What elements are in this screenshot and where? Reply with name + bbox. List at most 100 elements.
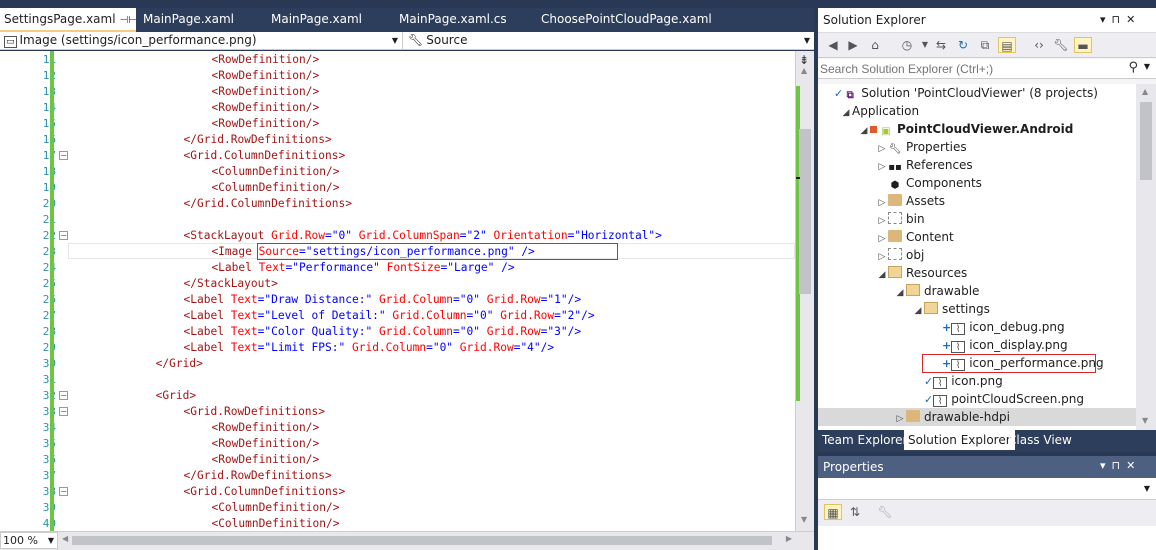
editor-horizontal-scrollbar[interactable]: ◀ ▶ bbox=[62, 534, 792, 545]
expander-icon[interactable]: ◢ bbox=[912, 302, 924, 320]
tab-mainpage-xaml-cs[interactable]: MainPage.xaml.cs bbox=[395, 8, 507, 32]
tree-item[interactable]: ▷ Assets bbox=[876, 192, 945, 210]
tree-item-label: References bbox=[906, 158, 973, 172]
expander-icon[interactable]: ▷ bbox=[894, 410, 906, 428]
tree-item[interactable]: ▷ bin bbox=[876, 210, 925, 228]
scroll-left-icon[interactable]: ◀ bbox=[62, 534, 68, 543]
forward-icon[interactable]: ▶ bbox=[844, 37, 862, 53]
tree-item[interactable]: ◢ Application bbox=[840, 102, 920, 122]
tree-item[interactable]: ▷ drawable-hdpi bbox=[818, 408, 1136, 426]
editor-vertical-scrollbar[interactable]: ⇟ ▲ ▼ bbox=[795, 51, 814, 531]
tree-item[interactable]: ◢ settings bbox=[912, 300, 990, 318]
collapse-icon[interactable]: − bbox=[59, 407, 68, 416]
tree-item[interactable]: ▷ 🔧︎ Properties bbox=[876, 138, 967, 156]
panel-title: Solution Explorer bbox=[823, 13, 926, 27]
code-token: "Large" bbox=[447, 261, 495, 274]
tab-solution-explorer[interactable]: Solution Explorer bbox=[904, 430, 1015, 450]
element-combo[interactable]: ▭ Image (settings/icon_performance.png) ▼ bbox=[0, 32, 403, 50]
tree-item[interactable]: ✓ ⌇ pointCloudScreen.png bbox=[912, 390, 1084, 408]
tab-settingspage-xaml[interactable]: SettingsPage.xaml ⊣⊢ ✕ bbox=[0, 8, 152, 32]
properties-wrench-icon[interactable]: 🔧︎ bbox=[1052, 37, 1070, 53]
line-number: 28 bbox=[6, 324, 56, 340]
tab-class-view[interactable]: Class View bbox=[1004, 430, 1076, 450]
history-icon[interactable]: ◷ bbox=[898, 37, 916, 53]
scroll-up-icon[interactable]: ▲ bbox=[801, 66, 807, 75]
tree-item[interactable]: ✓ ⧉ Solution 'PointCloudViewer' (8 project… bbox=[822, 84, 1098, 102]
expander-icon[interactable]: ◢ bbox=[840, 104, 852, 122]
scroll-down-icon[interactable]: ▼ bbox=[1142, 416, 1148, 425]
tree-item[interactable]: ◢ Resources bbox=[876, 264, 967, 282]
expander-icon[interactable]: ◢ bbox=[894, 284, 906, 302]
pin-icon[interactable]: ⊓ bbox=[1112, 459, 1127, 472]
tree-item[interactable]: ▷ obj bbox=[876, 246, 924, 264]
tree-item[interactable]: ◢ ▣ PointCloudViewer.Android bbox=[858, 120, 1074, 140]
tab-mainpage-xaml[interactable]: MainPage.xaml bbox=[139, 8, 234, 32]
chevron-down-icon: ▼ bbox=[1143, 484, 1150, 493]
tree-item[interactable]: ✓ ⌇ icon.png bbox=[912, 372, 1003, 390]
close-icon[interactable]: ✕ bbox=[1126, 13, 1141, 26]
search-input[interactable] bbox=[820, 60, 1110, 77]
scrollbar-thumb[interactable] bbox=[799, 129, 811, 294]
collapse-icon[interactable]: − bbox=[59, 231, 68, 240]
line-number: 12 bbox=[6, 68, 56, 84]
dropdown-icon[interactable]: ▾ bbox=[1100, 13, 1112, 26]
alphabetical-icon[interactable]: ⇅ bbox=[846, 504, 864, 520]
tab-mainpage-xaml-2[interactable]: MainPage.xaml bbox=[267, 8, 362, 32]
solution-icon: ⧉ bbox=[846, 90, 854, 101]
home-icon[interactable]: ⌂ bbox=[866, 37, 884, 53]
code-token: RowDefinition bbox=[218, 421, 306, 434]
tree-item[interactable]: ⬢ Components bbox=[876, 174, 982, 192]
scroll-up-icon[interactable]: ▲ bbox=[1142, 87, 1148, 96]
search-icon[interactable]: ⚲ bbox=[1128, 60, 1138, 75]
preview-icon[interactable]: ▬ bbox=[1074, 37, 1092, 53]
tree-vertical-scrollbar[interactable]: ▲ ▼ bbox=[1136, 84, 1156, 430]
solution-explorer-search[interactable]: ⚲ ▼ bbox=[818, 59, 1156, 79]
dropdown-icon[interactable]: ▾ bbox=[1100, 459, 1112, 472]
scroll-right-icon[interactable]: ▶ bbox=[786, 534, 792, 543]
member-combo[interactable]: 🔧︎ Source ▼ bbox=[404, 32, 814, 50]
expander-icon[interactable]: ◢ bbox=[876, 266, 888, 284]
tree-item-label: PointCloudViewer.Android bbox=[897, 122, 1074, 136]
chevron-down-icon[interactable]: ▼ bbox=[1144, 62, 1150, 71]
zoom-combo[interactable]: 100 % ▼ bbox=[0, 532, 58, 549]
pin-icon[interactable]: ⊓ bbox=[1112, 13, 1127, 26]
tree-item[interactable]: + ⌇ icon_debug.png bbox=[930, 318, 1065, 336]
line-number-gutter: 1112131415161718192021222324252627282930… bbox=[0, 51, 56, 531]
tab-choosepointcloudpage-xaml[interactable]: ChoosePointCloudPage.xaml bbox=[537, 8, 712, 32]
code-token: /> bbox=[305, 437, 320, 450]
code-token: > bbox=[189, 389, 197, 402]
code-token: ColumnDefinition bbox=[218, 501, 326, 514]
collapse-icon[interactable]: − bbox=[59, 151, 68, 160]
sync-icon[interactable]: ⇆ bbox=[932, 37, 950, 53]
split-icon[interactable]: ⇟ bbox=[799, 53, 809, 67]
tab-team-explorer[interactable]: Team Explorer bbox=[818, 430, 912, 450]
panel-window-buttons: ▾⊓✕ bbox=[1100, 13, 1141, 26]
property-pages-wrench-icon[interactable]: 🔧︎ bbox=[876, 504, 894, 520]
code-editor[interactable]: 1112131415161718192021222324252627282930… bbox=[0, 51, 795, 531]
pin-icon[interactable]: ⊣⊢ bbox=[120, 10, 137, 32]
refresh-icon[interactable]: ↻ bbox=[954, 37, 972, 53]
tree-item[interactable]: ▷ ▪▪ References bbox=[876, 156, 973, 174]
view-code-icon[interactable]: ‹› bbox=[1030, 37, 1048, 53]
collapse-icon[interactable]: − bbox=[59, 487, 68, 496]
tree-item-label: Content bbox=[906, 230, 954, 244]
scrollbar-thumb[interactable] bbox=[1140, 102, 1152, 180]
expander-icon[interactable]: ◢ bbox=[858, 122, 870, 140]
show-all-files-icon[interactable]: ▤ bbox=[998, 37, 1016, 53]
scroll-down-icon[interactable]: ▼ bbox=[801, 515, 807, 524]
line-number: 17 bbox=[6, 148, 56, 164]
tree-item[interactable]: + ⌇ icon_performance.png bbox=[930, 354, 1104, 372]
scrollbar-thumb[interactable] bbox=[72, 536, 772, 545]
collapse-icon[interactable]: − bbox=[59, 391, 68, 400]
properties-object-combo[interactable]: ▼ bbox=[818, 478, 1156, 500]
tree-item[interactable]: + ⌇ icon_display.png bbox=[930, 336, 1068, 354]
tree-item[interactable]: ◢ drawable bbox=[894, 282, 979, 300]
close-icon[interactable]: ✕ bbox=[1126, 459, 1141, 472]
code-token: "Horizontal" bbox=[574, 229, 656, 242]
code-token: /> bbox=[567, 293, 582, 306]
collapse-all-icon[interactable]: ⧉ bbox=[976, 37, 994, 53]
code-token: </ bbox=[183, 133, 198, 146]
back-icon[interactable]: ◀ bbox=[824, 37, 842, 53]
tree-item[interactable]: ▷ Content bbox=[876, 228, 954, 246]
categorized-icon[interactable]: ▦ bbox=[824, 504, 842, 520]
